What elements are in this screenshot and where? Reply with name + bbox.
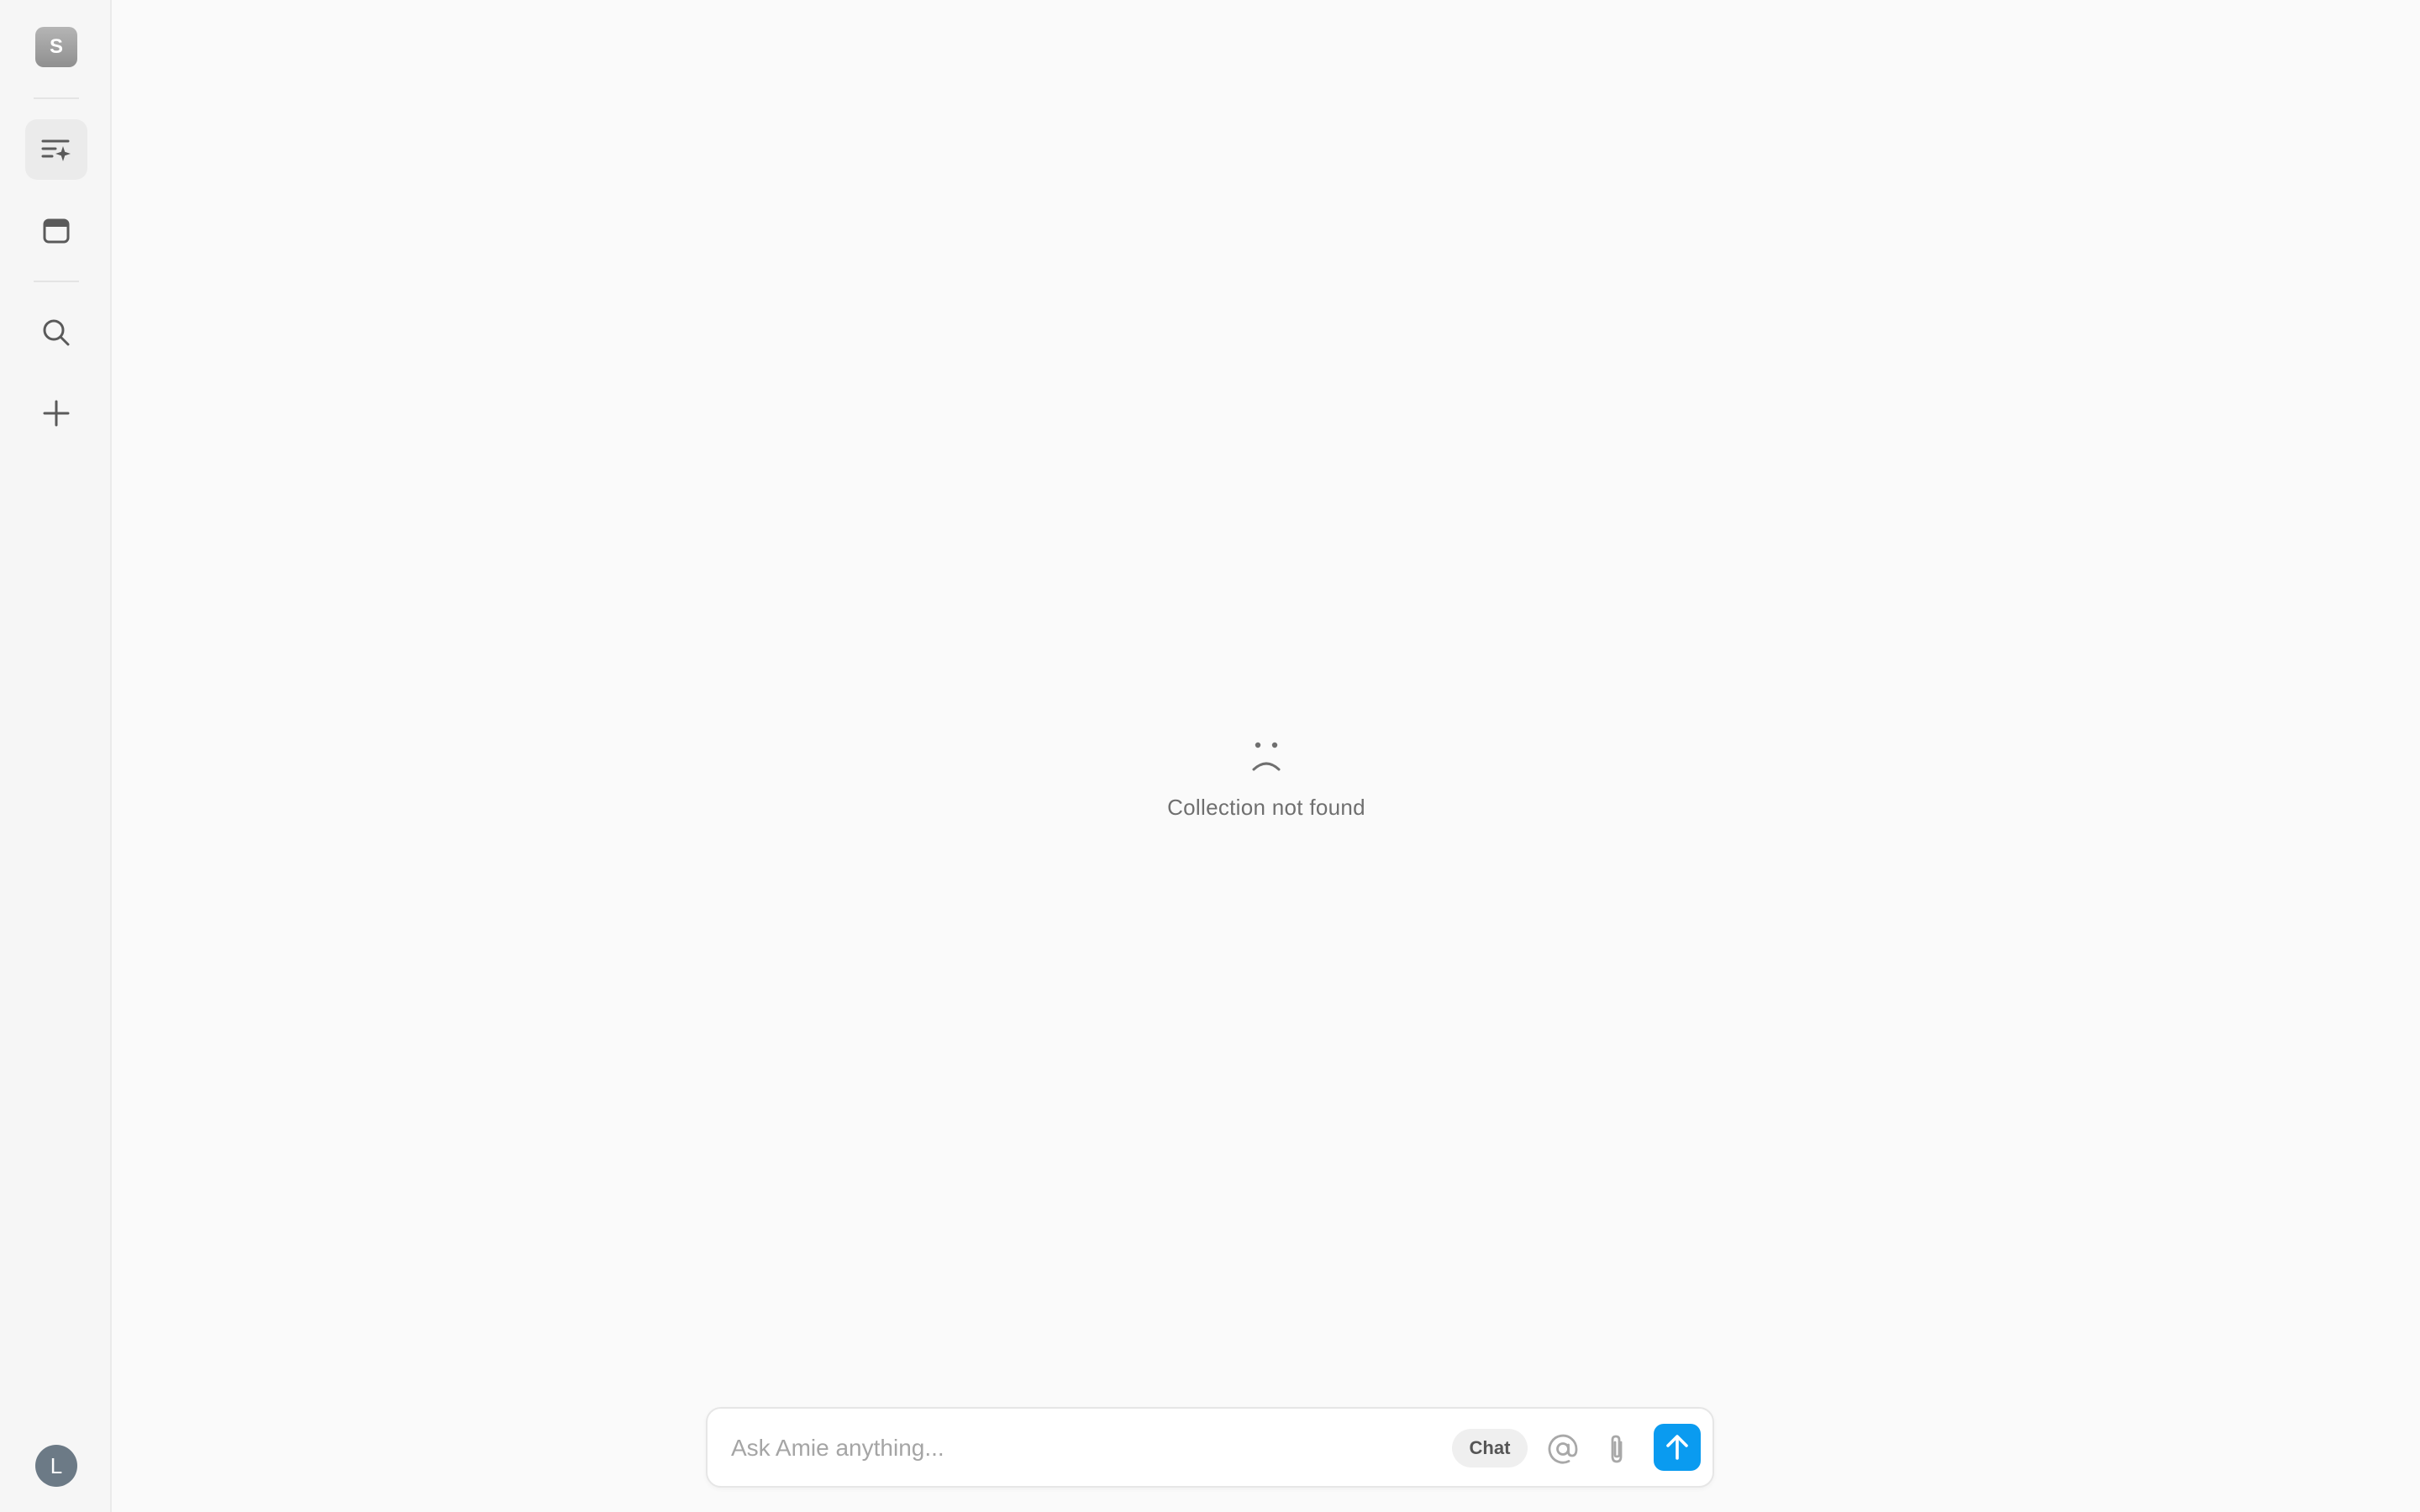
send-button[interactable] [1654,1424,1701,1471]
chat-input[interactable] [729,1425,1413,1471]
send-arrow-icon [1666,1435,1688,1460]
workspace-initial: S [49,35,63,58]
sidebar-divider [34,281,79,282]
chat-mode-label: Chat [1469,1437,1511,1458]
workspace-switcher[interactable]: S [35,27,77,67]
attach-button[interactable] [1598,1431,1635,1467]
ai-list-icon [41,139,71,161]
user-initial: L [50,1452,63,1478]
search-icon [43,319,70,346]
plus-icon [43,400,70,427]
chat-composer: Chat [706,1407,1714,1488]
sidebar-item-calendar[interactable] [25,200,87,260]
sidebar-item-new[interactable] [25,383,87,444]
empty-state: Collection not found [1014,739,1518,821]
user-avatar[interactable]: L [35,1445,77,1487]
app-window: S L Collection not found Ask Amie anythi… [0,0,2420,1512]
sidebar-divider [34,97,79,99]
empty-message: Collection not found [1167,795,1365,820]
sidebar-item-search[interactable] [25,302,87,363]
sidebar-item-ai-list[interactable] [25,119,87,180]
paperclip-icon [1611,1435,1623,1463]
sidebar: S L [0,0,112,1512]
sad-face-icon [1252,742,1281,771]
calendar-icon [43,218,70,244]
chat-mode-button[interactable]: Chat [1452,1429,1528,1467]
mention-button[interactable] [1544,1431,1581,1467]
at-icon [1548,1434,1578,1464]
